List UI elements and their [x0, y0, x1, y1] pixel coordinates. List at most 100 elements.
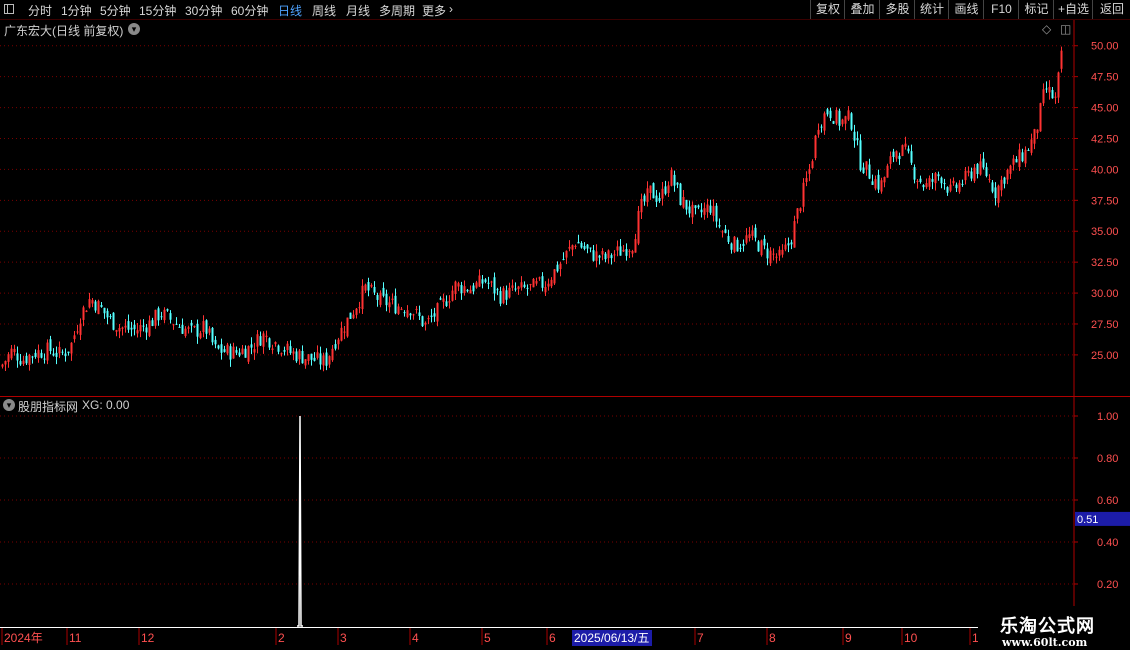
candle-body — [466, 289, 469, 292]
candle-body — [166, 309, 169, 311]
indicator-menu-icon[interactable]: ▾ — [3, 399, 15, 411]
candle-body — [487, 282, 490, 284]
candle-body — [1036, 129, 1039, 134]
candle-body — [961, 183, 964, 185]
candle-body — [928, 178, 931, 187]
candle-body — [646, 188, 649, 203]
diamond-icon[interactable]: ◇ — [1042, 22, 1051, 36]
candle-body — [355, 308, 358, 315]
candle-body — [559, 263, 562, 270]
candle-body — [172, 324, 175, 326]
candle-body — [313, 357, 316, 361]
candle-body — [1033, 129, 1036, 144]
candle-body — [892, 151, 895, 157]
candle-body — [58, 347, 61, 354]
price-label: 50.00 — [1091, 41, 1119, 53]
candle-body — [334, 344, 337, 349]
date-label: 6 — [549, 631, 556, 645]
candle-body — [943, 183, 946, 185]
candle-body — [436, 303, 439, 322]
candle-body — [145, 327, 148, 333]
candle-body — [556, 264, 559, 272]
candle-body — [514, 288, 517, 290]
candle-body — [79, 323, 82, 335]
candle-body — [853, 131, 856, 141]
candle-body — [946, 187, 949, 193]
candle-body — [706, 204, 709, 213]
candle-body — [976, 163, 979, 174]
candle-body — [310, 353, 313, 360]
candle-body — [295, 351, 298, 362]
candle-body — [862, 167, 865, 174]
candle-body — [280, 353, 283, 355]
kline-chart[interactable]: 50.00 47.50 45.00 42.50 40.00 37.50 35.00 32.50… — [0, 0, 1130, 650]
candle-body — [574, 245, 577, 247]
date-highlight-label: 2025/06/13/五 — [574, 631, 649, 645]
watermark-title: 乐淘公式网 — [1000, 616, 1095, 637]
candle-body — [979, 161, 982, 175]
stock-title: 广东宏大(日线 前复权) — [4, 24, 124, 38]
candle-body — [208, 328, 211, 333]
candle-body — [784, 244, 787, 250]
indicator-value: XG: 0.00 — [82, 398, 130, 412]
candle-body — [16, 353, 19, 361]
candle-body — [97, 300, 100, 315]
candle-body — [370, 284, 373, 287]
candle-body — [949, 184, 952, 191]
candle-body — [811, 161, 814, 168]
candle-body — [289, 346, 292, 354]
candle-body — [754, 227, 757, 238]
candle-body — [373, 286, 376, 293]
candle-body — [64, 353, 67, 357]
candle-body — [889, 156, 892, 164]
candle-body — [571, 245, 574, 250]
candle-body — [10, 348, 13, 359]
candle-body — [22, 360, 25, 364]
candle-body — [409, 313, 412, 316]
chevron-down-icon[interactable]: ▾ — [128, 23, 140, 35]
candle-body — [637, 210, 640, 244]
candle-body — [421, 316, 424, 327]
candle-body — [73, 335, 76, 340]
candle-body — [901, 145, 904, 156]
indicator-label: 1.00 — [1097, 411, 1118, 423]
price-label: 32.50 — [1091, 257, 1119, 269]
price-label: 35.00 — [1091, 226, 1119, 238]
candle-body — [439, 298, 442, 300]
candle-body — [598, 255, 601, 258]
candle-body — [925, 183, 928, 188]
panel-layout-icon[interactable]: ◫ — [1060, 22, 1071, 36]
candle-body — [460, 285, 463, 294]
candle-body — [589, 247, 592, 249]
candle-body — [841, 119, 844, 125]
candle-body — [184, 328, 187, 337]
candle-body — [298, 350, 301, 360]
candle-body — [88, 299, 91, 308]
date-label: 3 — [340, 631, 347, 645]
candle-body — [85, 310, 88, 312]
candle-body — [451, 290, 454, 301]
candle-body — [823, 113, 826, 131]
candle-body — [919, 178, 922, 182]
candle-body — [775, 256, 778, 258]
candle-body — [916, 180, 919, 182]
candle-body — [424, 322, 427, 325]
price-label: 25.00 — [1091, 350, 1119, 362]
candle-body — [751, 230, 754, 236]
candle-body — [748, 234, 751, 238]
candle-body — [349, 312, 352, 319]
candle-body — [985, 167, 988, 176]
candle-body — [247, 346, 250, 362]
candle-body — [733, 236, 736, 252]
candle-body — [304, 359, 307, 366]
candle-body — [838, 110, 841, 126]
candle-body — [712, 206, 715, 216]
candle-body — [106, 310, 109, 318]
candle-body — [955, 184, 958, 189]
candle-body — [766, 248, 769, 259]
candle-body — [358, 307, 361, 309]
candle-body — [994, 187, 997, 199]
candle-body — [562, 259, 565, 261]
candle-body — [742, 243, 745, 246]
candle-body — [763, 238, 766, 246]
